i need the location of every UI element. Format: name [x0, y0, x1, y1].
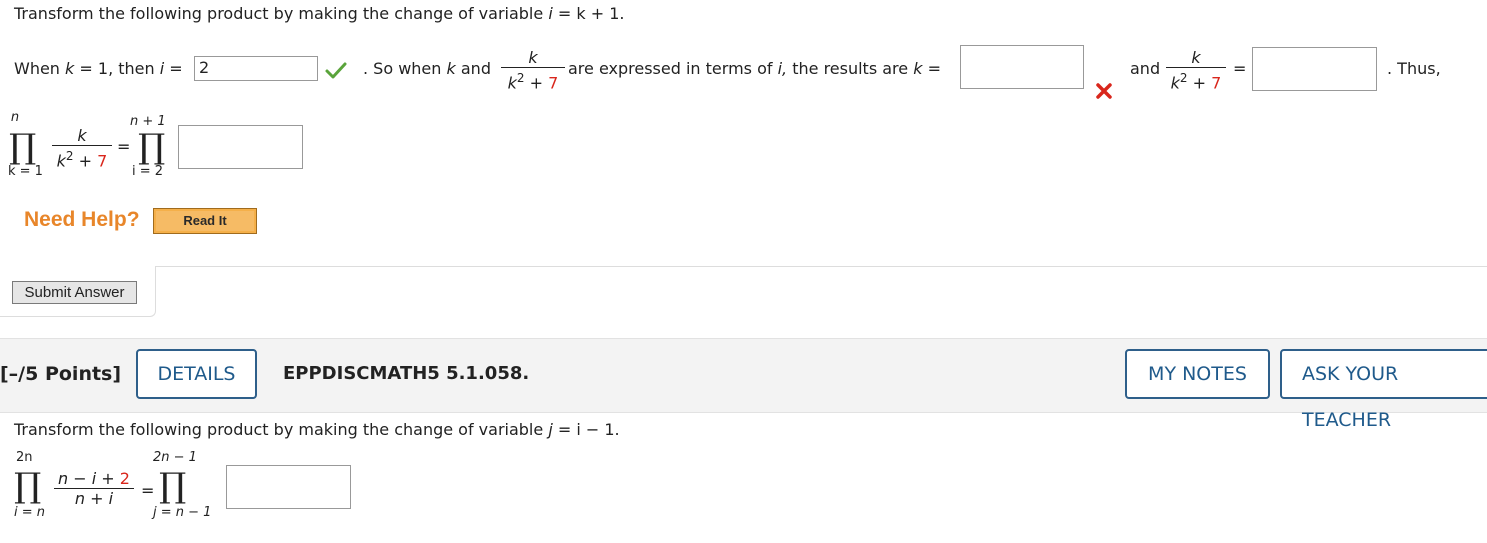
frac-denominator: k2 + 7: [501, 67, 565, 92]
q2-intro-var: j: [548, 420, 553, 439]
q2-rhs-lower: j = n − 1: [153, 505, 211, 520]
prod-frac-den: k2 + 7: [52, 145, 112, 170]
i-value: 2: [199, 58, 210, 77]
den-plus: +: [529, 73, 544, 93]
intro-rest: = k + 1.: [557, 4, 625, 23]
eq-sign: =: [1233, 59, 1247, 78]
so-k: k: [446, 59, 456, 78]
fraction-answer-field[interactable]: [1252, 47, 1377, 91]
prod-den-plus: +: [78, 151, 93, 171]
check-icon: [325, 62, 347, 79]
q2-num-main: n − i +: [58, 469, 115, 488]
divider-line: [155, 266, 1487, 267]
when-mid: = 1, then: [79, 59, 155, 78]
rhs-lower-limit: i = 2: [132, 164, 163, 179]
read-it-label: Read It: [183, 213, 227, 228]
cross-icon: [1096, 83, 1112, 99]
ask-teacher-button[interactable]: ASK YOUR TEACHER: [1280, 349, 1487, 431]
q2-product-symbol: ∏: [14, 466, 42, 506]
points-label: [–/5 Points]: [0, 363, 122, 385]
results-k: k: [913, 59, 923, 78]
prod-lower-text: k = 1: [8, 164, 43, 179]
prod-upper-limit: n: [10, 110, 20, 125]
prod-eq: =: [117, 137, 131, 156]
q2-rhs-upper-text: 2n − 1: [153, 450, 197, 465]
and-label: and: [1130, 59, 1161, 78]
q2-eq: =: [141, 481, 155, 500]
question-2-intro: Transform the following product by makin…: [14, 420, 620, 439]
prod-fraction: k k2 + 7: [52, 127, 112, 170]
den-sup: 2: [516, 71, 525, 85]
q2-prod-upper-text: 2n: [16, 450, 33, 465]
i-value-field[interactable]: 2: [194, 56, 318, 81]
so-when: . So when: [363, 59, 442, 78]
so-when-clause: . So when k and: [363, 59, 491, 78]
when-i: i: [159, 59, 165, 78]
ask-teacher-label: ASK YOUR TEACHER: [1302, 363, 1399, 431]
thus-text: . Thus,: [1387, 59, 1441, 78]
when-k: k: [65, 59, 75, 78]
den-base: k: [507, 73, 517, 93]
den2-plus: +: [1192, 73, 1207, 93]
frac2-numerator: k: [1191, 48, 1201, 67]
prod-lower-limit: k = 1: [8, 164, 43, 179]
fraction-k-over-k2plus7-second: k k2 + 7: [1166, 49, 1226, 92]
q2-rhs-upper: 2n − 1: [153, 450, 197, 465]
frac2-denominator: k2 + 7: [1166, 67, 1226, 92]
q2-rhs-product-symbol: ∏: [159, 466, 187, 506]
my-notes-button[interactable]: MY NOTES: [1125, 349, 1270, 399]
q2-prod-lower: i = n: [14, 505, 45, 520]
results-text: the results are: [792, 59, 909, 78]
results-eq: =: [927, 59, 941, 78]
read-it-button[interactable]: Read It: [153, 208, 257, 234]
when-eq: =: [169, 59, 183, 78]
q2-intro-text: Transform the following product by makin…: [14, 420, 544, 439]
so-and: and: [460, 59, 491, 78]
q2-prod-upper: 2n: [16, 450, 33, 465]
intro-var-i: i: [548, 4, 553, 23]
intro-text: Transform the following product by makin…: [14, 4, 544, 23]
prod-den-sup: 2: [65, 149, 74, 163]
den2-sup: 2: [1179, 71, 1188, 85]
details-button[interactable]: DETAILS: [136, 349, 257, 399]
prod-den-base: k: [56, 151, 66, 171]
product-symbol: ∏: [9, 127, 37, 167]
q2-fraction: n − i + 2 n + i: [54, 470, 134, 508]
product-answer-field[interactable]: [178, 125, 303, 169]
k-answer-field[interactable]: [960, 45, 1084, 89]
q2-frac-den: n + i: [54, 488, 134, 508]
q2-answer-field[interactable]: [226, 465, 351, 509]
q2-frac-num: n − i + 2: [54, 470, 134, 488]
rhs-product-symbol: ∏: [138, 127, 166, 167]
need-help-label: Need Help?: [24, 208, 140, 231]
when-label: When: [14, 59, 60, 78]
q2-intro-rest: = i − 1.: [557, 420, 620, 439]
details-label: DETAILS: [157, 363, 236, 385]
expressed-i: i,: [777, 59, 788, 78]
q2-num-const: 2: [119, 469, 130, 488]
prod-den-const: 7: [97, 151, 108, 171]
submit-label: Submit Answer: [24, 284, 125, 301]
den2-const: 7: [1211, 73, 1222, 93]
question-1-intro: Transform the following product by makin…: [14, 4, 624, 23]
frac-numerator: k: [528, 48, 538, 67]
fraction-k-over-k2plus7: k k2 + 7: [501, 49, 565, 92]
den2-base: k: [1170, 73, 1180, 93]
expressed-clause: are expressed in terms of i, the results…: [568, 59, 941, 78]
expressed-text: are expressed in terms of: [568, 59, 773, 78]
prod-frac-num: k: [77, 126, 87, 145]
rhs-lower-text: i = 2: [132, 164, 164, 179]
my-notes-label: MY NOTES: [1148, 363, 1247, 385]
q2-rhs-lower-text: j = n − 1: [153, 505, 212, 520]
den-const: 7: [548, 73, 559, 93]
q2-prod-lower-text: i = n: [14, 505, 46, 520]
when-clause: When k = 1, then i =: [14, 59, 183, 78]
question-code: EPPDISCMATH5 5.1.058.: [283, 363, 530, 384]
submit-answer-button[interactable]: Submit Answer: [12, 281, 137, 304]
